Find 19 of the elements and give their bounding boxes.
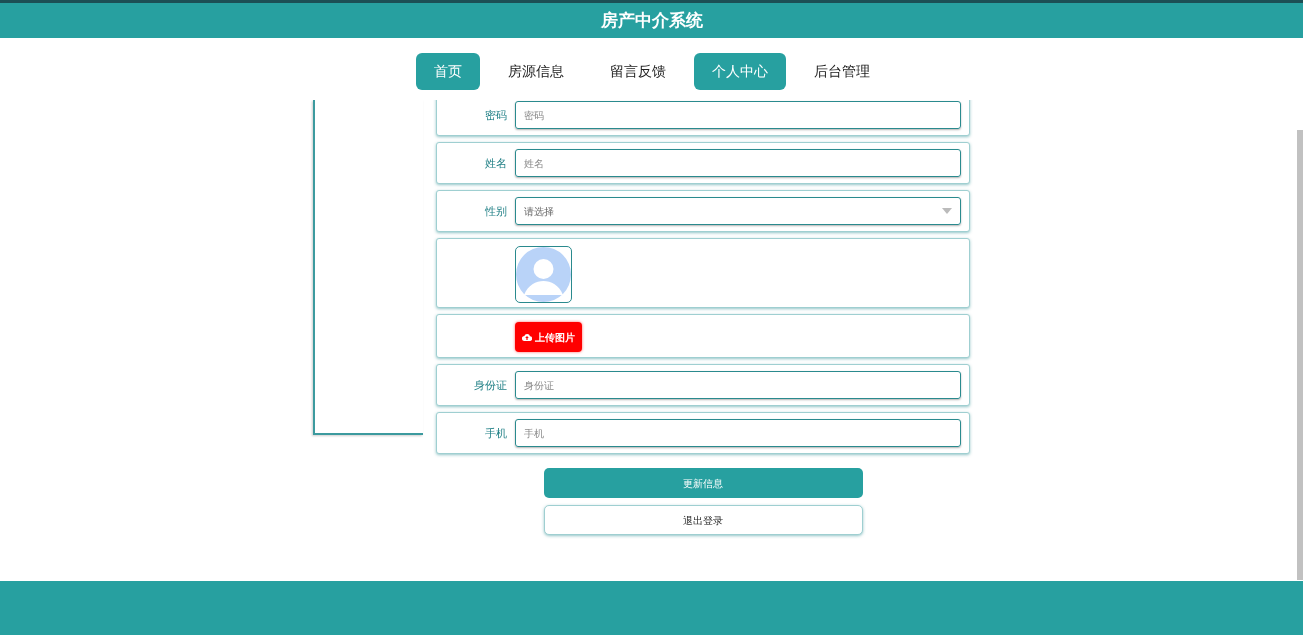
field-label: 密码 <box>484 107 507 123</box>
upload-button[interactable]: 上传图片 <box>515 322 582 352</box>
select-field[interactable]: 请选择 <box>515 197 961 225</box>
input-field[interactable]: 身份证 <box>515 371 961 399</box>
input-field[interactable]: 姓名 <box>515 149 961 177</box>
nav-tab[interactable]: 房源信息 <box>489 53 582 90</box>
field-label: 性别 <box>484 203 507 219</box>
input-field[interactable]: 密码 <box>515 101 961 129</box>
nav-tab[interactable]: 后台管理 <box>795 53 888 90</box>
nav-tab[interactable]: 留言反馈 <box>591 53 684 90</box>
site-title: 房产中介系统 <box>600 9 703 32</box>
cloud-upload-icon <box>522 333 532 341</box>
input-field[interactable]: 手机 <box>515 419 961 447</box>
logout-button[interactable]: 退出登录 <box>543 505 863 535</box>
field-label: 身份证 <box>473 377 507 393</box>
avatar-image[interactable] <box>515 246 572 303</box>
field-label: 手机 <box>484 425 507 441</box>
field-label: 姓名 <box>484 155 507 171</box>
caret-icon <box>942 208 952 214</box>
